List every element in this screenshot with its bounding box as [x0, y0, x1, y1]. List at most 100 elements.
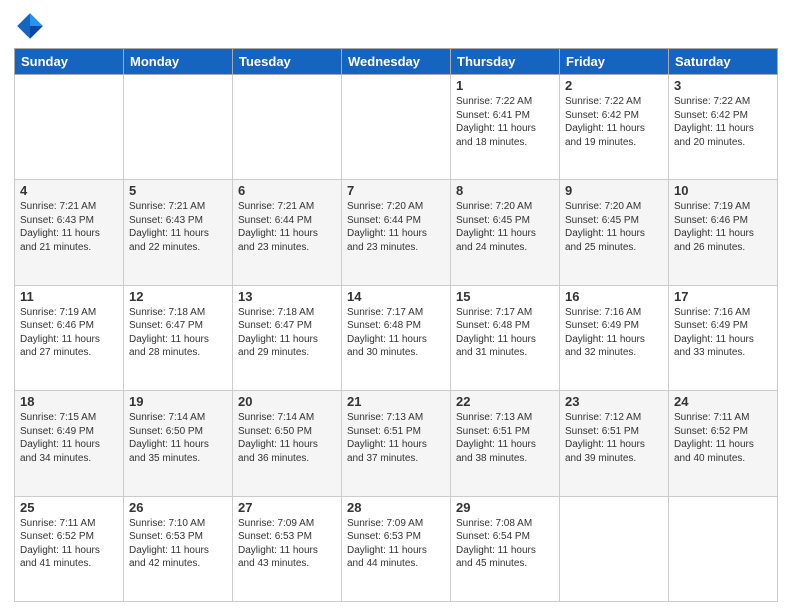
- day-info: Sunrise: 7:11 AM Sunset: 6:52 PM Dayligh…: [20, 517, 118, 571]
- calendar-cell: 25 Sunrise: 7:11 AM Sunset: 6:52 PM Dayli…: [15, 496, 124, 601]
- day-info: Sunrise: 7:14 AM Sunset: 6:50 PM Dayligh…: [238, 411, 336, 465]
- day-number: 24: [674, 394, 772, 409]
- day-number: 27: [238, 500, 336, 515]
- day-info: Sunrise: 7:13 AM Sunset: 6:51 PM Dayligh…: [456, 411, 554, 465]
- calendar-cell: 11Sunrise: 7:19 AM Sunset: 6:46 PM Dayli…: [15, 285, 124, 390]
- calendar-cell: 15 Sunrise: 7:17 AM Sunset: 6:48 PM Dayli…: [451, 285, 560, 390]
- calendar-cell: 16 Sunrise: 7:16 AM Sunset: 6:49 PM Dayli…: [560, 285, 669, 390]
- day-info: Sunrise: 7:17 AM Sunset: 6:48 PM Dayligh…: [456, 306, 554, 360]
- calendar-cell: 4 Sunrise: 7:21 AM Sunset: 6:43 PM Daylig…: [15, 180, 124, 285]
- calendar-cell: 18 Sunrise: 7:15 AM Sunset: 6:49 PM Dayli…: [15, 391, 124, 496]
- calendar-cell: 8 Sunrise: 7:20 AM Sunset: 6:45 PM Daylig…: [451, 180, 560, 285]
- day-header-tuesday: Tuesday: [233, 49, 342, 75]
- day-header-sunday: Sunday: [15, 49, 124, 75]
- day-info: Sunrise: 7:08 AM Sunset: 6:54 PM Dayligh…: [456, 517, 554, 571]
- day-number: 8: [456, 183, 554, 198]
- day-info: Sunrise: 7:22 AM Sunset: 6:42 PM Dayligh…: [674, 95, 772, 149]
- calendar-cell: 5Sunrise: 7:21 AM Sunset: 6:43 PM Daylig…: [124, 180, 233, 285]
- day-number: 18: [20, 394, 118, 409]
- day-info: Sunrise: 7:17 AM Sunset: 6:48 PM Dayligh…: [347, 306, 445, 360]
- day-info: Sunrise: 7:20 AM Sunset: 6:45 PM Dayligh…: [456, 200, 554, 254]
- day-number: 28: [347, 500, 445, 515]
- calendar-cell: 20 Sunrise: 7:14 AM Sunset: 6:50 PM Dayli…: [233, 391, 342, 496]
- day-info: Sunrise: 7:16 AM Sunset: 6:49 PM Dayligh…: [674, 306, 772, 360]
- calendar-cell: 3 Sunrise: 7:22 AM Sunset: 6:42 PM Daylig…: [669, 75, 778, 180]
- logo: [14, 10, 50, 42]
- day-number: 17: [674, 289, 772, 304]
- day-number: 4: [20, 183, 118, 198]
- day-number: 20: [238, 394, 336, 409]
- calendar-cell: 14 Sunrise: 7:17 AM Sunset: 6:48 PM Dayli…: [342, 285, 451, 390]
- day-number: 6: [238, 183, 336, 198]
- day-number: 26: [129, 500, 227, 515]
- calendar-cell: 21 Sunrise: 7:13 AM Sunset: 6:51 PM Dayli…: [342, 391, 451, 496]
- calendar-cell: [669, 496, 778, 601]
- day-info: Sunrise: 7:11 AM Sunset: 6:52 PM Dayligh…: [674, 411, 772, 465]
- day-number: 12: [129, 289, 227, 304]
- day-number: 15: [456, 289, 554, 304]
- week-row-4: 18 Sunrise: 7:15 AM Sunset: 6:49 PM Dayli…: [15, 391, 778, 496]
- day-number: 13: [238, 289, 336, 304]
- day-info: Sunrise: 7:22 AM Sunset: 6:42 PM Dayligh…: [565, 95, 663, 149]
- day-info: Sunrise: 7:18 AM Sunset: 6:47 PM Dayligh…: [238, 306, 336, 360]
- page: SundayMondayTuesdayWednesdayThursdayFrid…: [0, 0, 792, 612]
- calendar-table: SundayMondayTuesdayWednesdayThursdayFrid…: [14, 48, 778, 602]
- calendar-cell: [342, 75, 451, 180]
- day-info: Sunrise: 7:21 AM Sunset: 6:44 PM Dayligh…: [238, 200, 336, 254]
- day-number: 1: [456, 78, 554, 93]
- week-row-5: 25 Sunrise: 7:11 AM Sunset: 6:52 PM Dayli…: [15, 496, 778, 601]
- day-number: 14: [347, 289, 445, 304]
- calendar-cell: 26Sunrise: 7:10 AM Sunset: 6:53 PM Dayli…: [124, 496, 233, 601]
- day-info: Sunrise: 7:22 AM Sunset: 6:41 PM Dayligh…: [456, 95, 554, 149]
- day-number: 7: [347, 183, 445, 198]
- day-info: Sunrise: 7:12 AM Sunset: 6:51 PM Dayligh…: [565, 411, 663, 465]
- day-number: 21: [347, 394, 445, 409]
- header: [14, 10, 778, 42]
- calendar-cell: 10 Sunrise: 7:19 AM Sunset: 6:46 PM Dayli…: [669, 180, 778, 285]
- calendar-cell: 1 Sunrise: 7:22 AM Sunset: 6:41 PM Daylig…: [451, 75, 560, 180]
- day-header-friday: Friday: [560, 49, 669, 75]
- day-number: 25: [20, 500, 118, 515]
- day-info: Sunrise: 7:16 AM Sunset: 6:49 PM Dayligh…: [565, 306, 663, 360]
- day-header-saturday: Saturday: [669, 49, 778, 75]
- day-number: 9: [565, 183, 663, 198]
- day-info: Sunrise: 7:20 AM Sunset: 6:45 PM Dayligh…: [565, 200, 663, 254]
- calendar-cell: [233, 75, 342, 180]
- day-number: 29: [456, 500, 554, 515]
- week-row-1: 1 Sunrise: 7:22 AM Sunset: 6:41 PM Daylig…: [15, 75, 778, 180]
- day-info: Sunrise: 7:21 AM Sunset: 6:43 PM Dayligh…: [20, 200, 118, 254]
- calendar-cell: 17 Sunrise: 7:16 AM Sunset: 6:49 PM Dayli…: [669, 285, 778, 390]
- day-number: 5: [129, 183, 227, 198]
- day-info: Sunrise: 7:18 AM Sunset: 6:47 PM Dayligh…: [129, 306, 227, 360]
- day-number: 3: [674, 78, 772, 93]
- calendar-cell: [15, 75, 124, 180]
- day-number: 19: [129, 394, 227, 409]
- calendar-cell: 24 Sunrise: 7:11 AM Sunset: 6:52 PM Dayli…: [669, 391, 778, 496]
- calendar-cell: 6 Sunrise: 7:21 AM Sunset: 6:44 PM Daylig…: [233, 180, 342, 285]
- calendar-cell: 22 Sunrise: 7:13 AM Sunset: 6:51 PM Dayli…: [451, 391, 560, 496]
- calendar-cell: 23 Sunrise: 7:12 AM Sunset: 6:51 PM Dayli…: [560, 391, 669, 496]
- day-number: 11: [20, 289, 118, 304]
- calendar-cell: [124, 75, 233, 180]
- day-info: Sunrise: 7:09 AM Sunset: 6:53 PM Dayligh…: [238, 517, 336, 571]
- day-number: 23: [565, 394, 663, 409]
- day-info: Sunrise: 7:13 AM Sunset: 6:51 PM Dayligh…: [347, 411, 445, 465]
- day-number: 22: [456, 394, 554, 409]
- calendar-cell: [560, 496, 669, 601]
- day-header-thursday: Thursday: [451, 49, 560, 75]
- day-number: 16: [565, 289, 663, 304]
- day-number: 10: [674, 183, 772, 198]
- day-info: Sunrise: 7:14 AM Sunset: 6:50 PM Dayligh…: [129, 411, 227, 465]
- calendar-cell: 27 Sunrise: 7:09 AM Sunset: 6:53 PM Dayli…: [233, 496, 342, 601]
- calendar-cell: 12 Sunrise: 7:18 AM Sunset: 6:47 PM Dayli…: [124, 285, 233, 390]
- calendar-cell: 29 Sunrise: 7:08 AM Sunset: 6:54 PM Dayli…: [451, 496, 560, 601]
- day-header-monday: Monday: [124, 49, 233, 75]
- day-info: Sunrise: 7:19 AM Sunset: 6:46 PM Dayligh…: [674, 200, 772, 254]
- day-info: Sunrise: 7:15 AM Sunset: 6:49 PM Dayligh…: [20, 411, 118, 465]
- header-row: SundayMondayTuesdayWednesdayThursdayFrid…: [15, 49, 778, 75]
- week-row-2: 4 Sunrise: 7:21 AM Sunset: 6:43 PM Daylig…: [15, 180, 778, 285]
- week-row-3: 11Sunrise: 7:19 AM Sunset: 6:46 PM Dayli…: [15, 285, 778, 390]
- calendar-cell: 19 Sunrise: 7:14 AM Sunset: 6:50 PM Dayli…: [124, 391, 233, 496]
- calendar-cell: 13 Sunrise: 7:18 AM Sunset: 6:47 PM Dayli…: [233, 285, 342, 390]
- calendar-cell: 2Sunrise: 7:22 AM Sunset: 6:42 PM Daylig…: [560, 75, 669, 180]
